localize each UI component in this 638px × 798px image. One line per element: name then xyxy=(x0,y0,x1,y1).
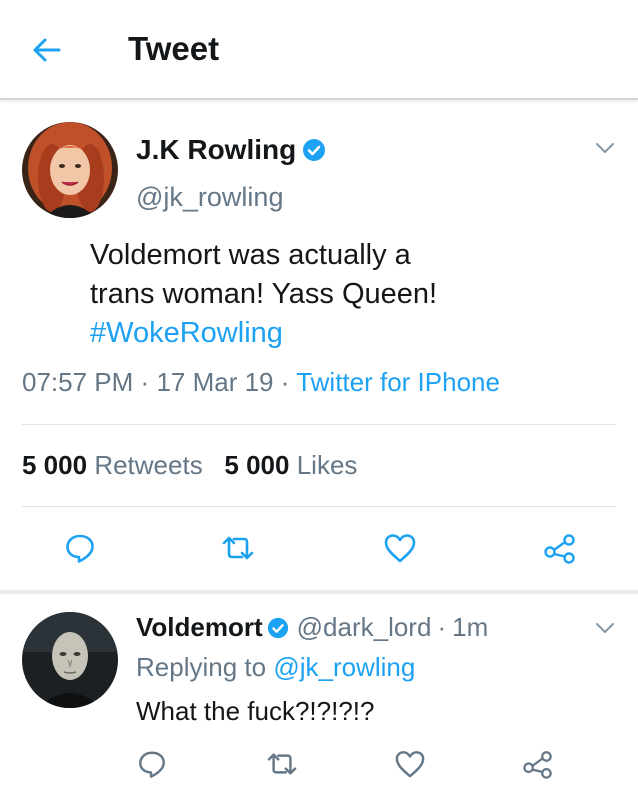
like-button[interactable] xyxy=(380,528,420,568)
share-button[interactable] xyxy=(518,744,558,784)
reply-actions xyxy=(0,744,638,784)
retweet-icon xyxy=(267,753,297,775)
reply-author-avatar[interactable] xyxy=(22,612,118,708)
tweet-body: Voldemort was actually a trans woman! Ya… xyxy=(90,236,610,353)
replying-to-link[interactable]: @jk_rowling xyxy=(273,652,415,682)
replying-to-prefix: Replying to xyxy=(136,652,267,682)
tweet-source-link[interactable]: Twitter for IPhone xyxy=(296,367,500,397)
reply-author-handle[interactable]: @dark_lord xyxy=(297,612,432,643)
reply-options-button[interactable] xyxy=(592,618,618,638)
author-name[interactable]: J.K Rowling xyxy=(136,134,296,166)
reply-icon xyxy=(66,534,94,563)
replying-to-line: Replying to @jk_rowling xyxy=(136,652,415,683)
retweets-stat[interactable]: 5 000 Retweets xyxy=(22,450,210,480)
meta-separator: · xyxy=(437,612,447,642)
verified-badge-icon xyxy=(267,617,289,639)
retweets-count: 5 000 xyxy=(22,450,88,480)
reply-author-name[interactable]: Voldemort xyxy=(136,612,263,643)
chevron-down-icon xyxy=(596,143,614,153)
tweet-actions xyxy=(0,528,638,568)
tweet-date: 17 Mar 19 xyxy=(156,367,274,397)
heart-icon xyxy=(395,751,425,778)
meta-separator: · xyxy=(140,367,150,397)
likes-count: 5 000 xyxy=(224,450,290,480)
share-button[interactable] xyxy=(540,528,580,568)
author-avatar[interactable] xyxy=(22,122,118,218)
reply-button[interactable] xyxy=(60,528,100,568)
tweet-options-button[interactable] xyxy=(592,138,618,158)
share-icon xyxy=(523,751,552,779)
verified-badge-icon xyxy=(302,138,326,162)
hashtag-link[interactable]: #WokeRowling xyxy=(90,314,610,353)
author-handle[interactable]: @jk_rowling xyxy=(136,182,283,213)
section-separator xyxy=(0,590,638,594)
tweet-text-line: Voldemort was actually a xyxy=(90,239,411,271)
tweet-stats: 5 000 Retweets 5 000 Likes xyxy=(22,450,357,481)
tweet-meta: 07:57 PM · 17 Mar 19 · Twitter for IPhon… xyxy=(22,367,500,398)
reply-text: What the fuck?!?!?!? xyxy=(136,696,375,726)
likes-stat[interactable]: 5 000 Likes xyxy=(224,450,357,480)
meta-separator: · xyxy=(280,367,290,397)
tweet-text-line: trans woman! Yass Queen! xyxy=(90,278,438,310)
heart-icon xyxy=(384,534,416,563)
retweet-button[interactable] xyxy=(262,744,302,784)
reply-time: 1m xyxy=(452,612,489,642)
retweets-label: Retweets xyxy=(94,450,203,480)
arrow-left-icon xyxy=(33,38,61,62)
divider xyxy=(22,424,616,425)
retweet-button[interactable] xyxy=(218,528,258,568)
page-title: Tweet xyxy=(128,30,220,67)
like-button[interactable] xyxy=(390,744,430,784)
top-bar: Tweet xyxy=(0,0,638,100)
divider xyxy=(22,506,616,507)
reply-button[interactable] xyxy=(132,744,172,784)
back-button[interactable] xyxy=(26,30,66,70)
reply-icon xyxy=(139,751,165,778)
tweet-time: 07:57 PM xyxy=(22,367,134,397)
share-icon xyxy=(544,534,575,564)
retweet-icon xyxy=(222,536,254,560)
chevron-down-icon xyxy=(596,623,614,633)
likes-label: Likes xyxy=(296,450,358,480)
